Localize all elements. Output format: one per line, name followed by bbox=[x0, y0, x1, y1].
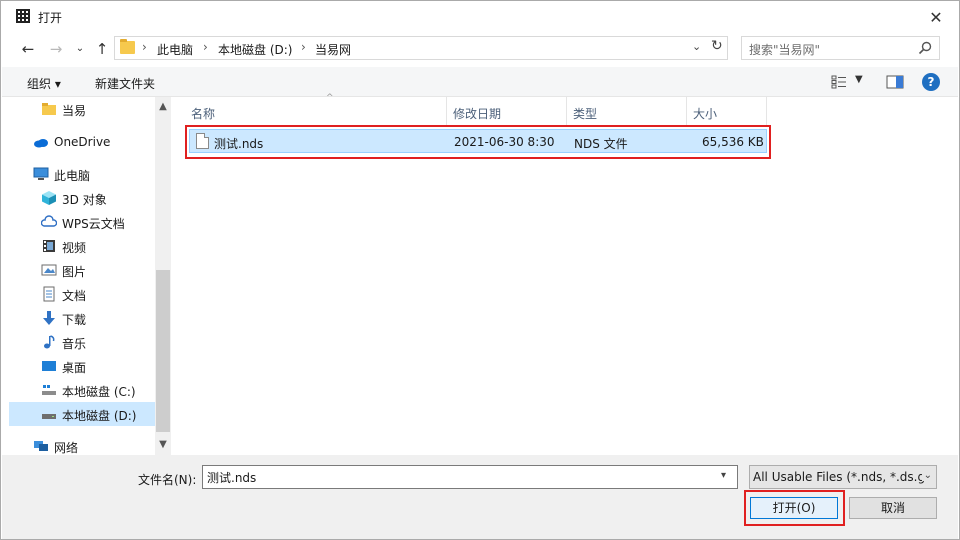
organize-button[interactable]: 组织 ▾ bbox=[27, 75, 61, 92]
app-icon bbox=[16, 9, 30, 23]
filename-label: 文件名(N): bbox=[138, 473, 197, 487]
file-name: 测试.nds bbox=[214, 137, 264, 151]
video-icon bbox=[43, 240, 55, 252]
music-icon bbox=[44, 335, 55, 349]
column-header-modified[interactable]: 修改日期 bbox=[447, 97, 567, 125]
nav-item-3d-objects[interactable]: 3D 对象 bbox=[9, 186, 155, 210]
breadcrumb-current-folder[interactable]: 当易网 bbox=[315, 41, 351, 58]
network-icon bbox=[34, 441, 48, 451]
scroll-down-icon[interactable]: ▼ bbox=[155, 437, 171, 453]
chevron-down-icon: ⌄ bbox=[75, 43, 85, 54]
address-dropdown-icon[interactable]: ⌄ bbox=[692, 40, 701, 53]
drive-c-icon bbox=[42, 385, 56, 395]
back-button[interactable]: ← bbox=[19, 40, 37, 58]
filename-input[interactable] bbox=[202, 465, 738, 489]
drive-d-icon bbox=[42, 414, 56, 419]
cube-icon bbox=[42, 191, 56, 205]
file-size: 65,536 KB bbox=[702, 135, 764, 149]
arrow-left-icon: ← bbox=[21, 40, 35, 58]
view-options-icon[interactable] bbox=[831, 75, 847, 89]
command-bar: 组织 ▾ 新建文件夹 ▼ ? bbox=[2, 67, 958, 97]
arrow-right-icon: → bbox=[49, 40, 63, 58]
nav-item-this-pc[interactable]: 此电脑 bbox=[9, 162, 155, 186]
breadcrumb-separator: › bbox=[142, 40, 147, 54]
forward-button[interactable]: → bbox=[47, 40, 65, 58]
search-icon bbox=[918, 41, 932, 55]
preview-pane-icon[interactable] bbox=[886, 75, 904, 89]
help-icon[interactable]: ? bbox=[922, 73, 940, 91]
scroll-up-icon[interactable]: ▲ bbox=[155, 99, 171, 115]
nav-item-dangyi[interactable]: 当易 bbox=[9, 97, 155, 121]
download-icon bbox=[43, 311, 55, 325]
close-icon: ✕ bbox=[929, 7, 943, 27]
nav-item-network[interactable]: 网络 bbox=[9, 434, 155, 455]
file-type-filter[interactable]: All Usable Files (*.nds, *.ds.g ⌄ bbox=[749, 465, 937, 489]
search-placeholder: 搜索"当易网" bbox=[749, 43, 821, 57]
file-type: NDS 文件 bbox=[574, 137, 628, 151]
nav-item-music[interactable]: 音乐 bbox=[9, 330, 155, 354]
table-row[interactable]: 测试.nds 2021-06-30 8:30 NDS 文件 65,536 KB bbox=[189, 129, 767, 153]
nav-item-drive-d[interactable]: 本地磁盘 (D:) bbox=[9, 402, 155, 426]
cancel-button[interactable]: 取消 bbox=[849, 497, 937, 519]
navigation-pane: 当易 OneDrive 此电脑 3D 对象 WPS云文档 视频 图片 文档 下载… bbox=[9, 97, 171, 455]
window-title: 打开 bbox=[38, 11, 63, 25]
nav-item-desktop[interactable]: 桌面 bbox=[9, 354, 155, 378]
folder-icon bbox=[42, 103, 56, 115]
nav-item-videos[interactable]: 视频 bbox=[9, 234, 155, 258]
view-dropdown-icon[interactable]: ▼ bbox=[855, 74, 863, 85]
column-header-name[interactable]: ^ 名称 bbox=[185, 93, 447, 125]
breadcrumb-this-pc[interactable]: 此电脑 bbox=[157, 41, 193, 58]
open-file-dialog: 打开 ✕ ← → ⌄ ↑ › 此电脑 › 本地磁盘 (D:) › 当易网 ⌄ ↻… bbox=[0, 0, 960, 540]
computer-icon bbox=[33, 167, 49, 180]
dialog-footer: 文件名(N): ▾ All Usable Files (*.nds, *.ds.… bbox=[2, 455, 958, 539]
nav-item-onedrive[interactable]: OneDrive bbox=[9, 130, 155, 154]
file-modified: 2021-06-30 8:30 bbox=[454, 135, 555, 149]
close-button[interactable]: ✕ bbox=[923, 6, 949, 28]
nav-item-drive-c[interactable]: 本地磁盘 (C:) bbox=[9, 378, 155, 402]
new-folder-button[interactable]: 新建文件夹 bbox=[95, 75, 155, 92]
desktop-icon bbox=[42, 361, 56, 371]
column-header-size[interactable]: 大小 bbox=[687, 97, 767, 125]
file-list: ^ 名称 修改日期 类型 大小 测试.nds 2021-06-30 8:30 N… bbox=[171, 93, 958, 455]
file-icon bbox=[196, 133, 209, 149]
refresh-icon[interactable]: ↻ bbox=[711, 38, 723, 54]
document-icon bbox=[43, 286, 55, 302]
nav-item-pictures[interactable]: 图片 bbox=[9, 258, 155, 282]
recent-locations-button[interactable]: ⌄ bbox=[71, 40, 89, 58]
breadcrumb-separator: › bbox=[301, 40, 306, 54]
nav-item-wps-cloud[interactable]: WPS云文档 bbox=[9, 210, 155, 234]
pictures-icon bbox=[41, 264, 57, 276]
wps-cloud-icon bbox=[41, 215, 57, 227]
filename-dropdown-icon[interactable]: ▾ bbox=[721, 470, 726, 481]
nav-item-documents[interactable]: 文档 bbox=[9, 282, 155, 306]
arrow-up-icon: ↑ bbox=[95, 40, 109, 58]
cloud-icon bbox=[34, 139, 48, 148]
nav-scrollbar[interactable]: ▲ ▼ bbox=[155, 97, 171, 455]
column-header-type[interactable]: 类型 bbox=[567, 97, 687, 125]
sort-ascending-icon: ^ bbox=[326, 93, 334, 103]
address-bar[interactable]: › 此电脑 › 本地磁盘 (D:) › 当易网 ⌄ ↻ bbox=[114, 36, 728, 60]
open-button[interactable]: 打开(O) bbox=[750, 497, 838, 519]
chevron-down-icon: ⌄ bbox=[921, 470, 932, 481]
scrollbar-thumb[interactable] bbox=[156, 270, 170, 432]
breadcrumb-separator: › bbox=[203, 40, 208, 54]
up-button[interactable]: ↑ bbox=[93, 40, 111, 58]
breadcrumb-drive-d[interactable]: 本地磁盘 (D:) bbox=[218, 41, 292, 58]
nav-item-downloads[interactable]: 下载 bbox=[9, 306, 155, 330]
title-bar: 打开 ✕ bbox=[1, 1, 959, 32]
search-box[interactable]: 搜索"当易网" bbox=[741, 36, 940, 60]
folder-icon bbox=[120, 39, 135, 54]
